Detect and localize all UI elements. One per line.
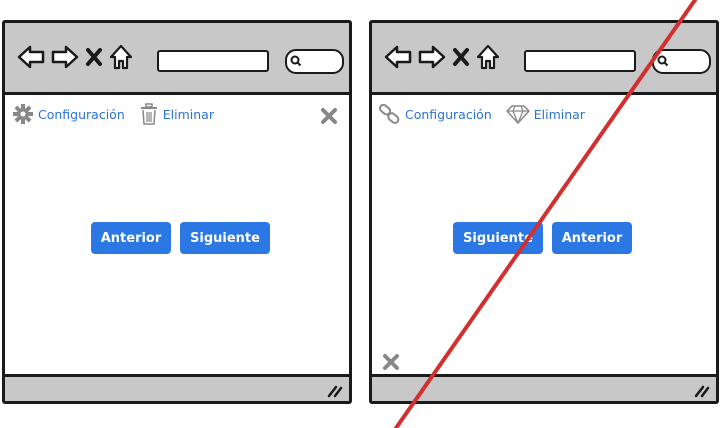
trash-icon <box>140 103 157 125</box>
search-icon <box>657 55 669 67</box>
back-arrow-icon[interactable] <box>384 44 412 70</box>
search-field[interactable] <box>652 49 711 74</box>
home-icon[interactable] <box>109 44 133 70</box>
search-field[interactable] <box>285 49 344 74</box>
next-button[interactable]: Siguiente <box>180 222 270 254</box>
close-icon[interactable] <box>382 353 400 371</box>
nav-controls <box>17 41 133 73</box>
resize-handle-icon[interactable] <box>327 384 343 398</box>
address-bar[interactable] <box>157 50 269 72</box>
delete-link[interactable]: Eliminar <box>534 107 585 122</box>
action-toolbar: Configuración Eliminar <box>379 103 595 125</box>
stop-icon[interactable] <box>452 47 470 67</box>
action-toolbar: Configuración Eliminar <box>12 103 224 125</box>
settings-link[interactable]: Configuración <box>405 107 492 122</box>
home-icon[interactable] <box>476 44 500 70</box>
browser-toolbar <box>372 23 716 95</box>
gear-icon <box>13 104 33 124</box>
search-icon <box>290 55 302 67</box>
address-bar[interactable] <box>524 50 636 72</box>
status-bar <box>5 374 349 401</box>
forward-arrow-icon[interactable] <box>51 44 79 70</box>
link-icon <box>379 103 400 124</box>
nav-controls <box>384 41 500 73</box>
status-bar <box>372 374 716 401</box>
resize-handle-icon[interactable] <box>694 384 710 398</box>
settings-link[interactable]: Configuración <box>38 107 125 122</box>
back-arrow-icon[interactable] <box>17 44 45 70</box>
close-icon[interactable] <box>320 107 338 125</box>
delete-link[interactable]: Eliminar <box>163 107 214 122</box>
next-button[interactable]: Siguiente <box>453 222 543 254</box>
browser-window-left: Configuración Eliminar Anterior Siguient… <box>2 20 352 404</box>
diamond-icon <box>506 105 530 124</box>
previous-button[interactable]: Anterior <box>91 222 171 254</box>
previous-button[interactable]: Anterior <box>552 222 632 254</box>
browser-toolbar <box>5 23 349 95</box>
forward-arrow-icon[interactable] <box>418 44 446 70</box>
browser-window-right: Configuración Eliminar Siguiente Anterio… <box>369 20 719 404</box>
stop-icon[interactable] <box>85 47 103 67</box>
